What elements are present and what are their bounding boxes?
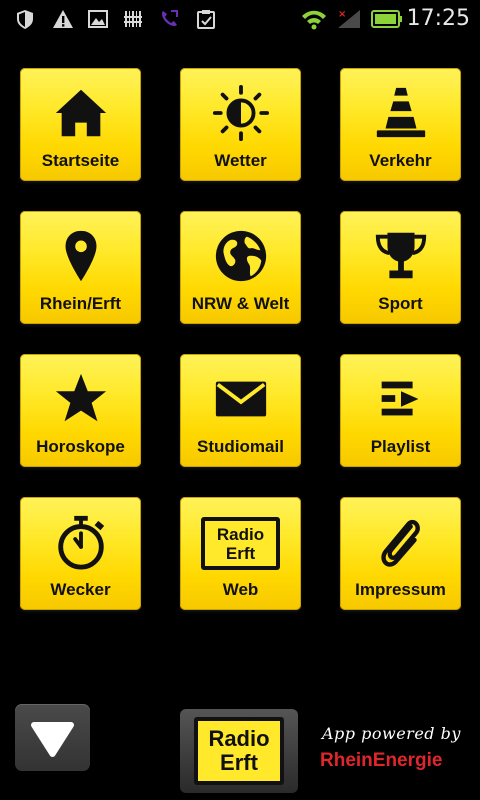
playlist-icon (381, 381, 418, 416)
stopwatch-icon (57, 515, 104, 570)
tile-wecker[interactable]: Wecker (20, 497, 141, 610)
svg-text:×: × (338, 9, 346, 20)
globe-icon (215, 230, 266, 282)
radio-erft-logo: Radio Erft (201, 517, 280, 570)
battery-icon (371, 10, 402, 28)
home-icon (55, 89, 106, 137)
sun-icon (212, 84, 269, 142)
tile-label: Rhein/Erft (39, 294, 122, 313)
tile-label: Sport (378, 294, 423, 313)
tile-sport[interactable]: Sport (340, 211, 461, 324)
scroll-down-button[interactable] (15, 704, 90, 771)
signal-icon: × (338, 9, 360, 28)
tile-label: Playlist (370, 437, 431, 456)
tile-playlist[interactable]: Playlist (340, 354, 461, 467)
logo-line-1: Radio (208, 726, 270, 751)
warning-icon (53, 10, 73, 28)
powered-by-text: App powered by (322, 724, 461, 743)
logo-line-2: Erft (220, 750, 258, 775)
tile-web[interactable]: Radio Erft Web (180, 497, 301, 610)
logo-line-2: Erft (225, 544, 256, 563)
tile-label: Web (222, 580, 259, 599)
logo-line-1: Radio (216, 525, 265, 544)
sponsor-name: RheinEnergie (320, 750, 443, 771)
envelope-icon (215, 381, 266, 417)
traffic-cone-icon (376, 87, 425, 138)
map-pin-icon (65, 230, 96, 282)
tile-label: Horoskope (36, 437, 125, 456)
status-bar: × 17:25 (0, 0, 480, 38)
paperclip-icon (380, 519, 420, 567)
tile-label: Wecker (50, 580, 111, 599)
tile-label: Studiomail (197, 437, 284, 456)
tile-verkehr[interactable]: Verkehr (340, 68, 461, 181)
tile-label: Impressum (355, 580, 446, 599)
star-icon (55, 373, 106, 422)
tile-horoskope[interactable]: Horoskope (20, 354, 141, 467)
image-icon (88, 10, 108, 28)
shield-icon (17, 10, 33, 29)
barcode-icon (124, 11, 142, 27)
tile-impressum[interactable]: Impressum (340, 497, 461, 610)
tile-startseite[interactable]: Startseite (20, 68, 141, 181)
tile-label: Verkehr (369, 151, 432, 170)
tile-studiomail[interactable]: Studiomail (180, 354, 301, 467)
radio-erft-logo: Radio Erft (194, 717, 284, 785)
radio-erft-logo-button[interactable]: Radio Erft (180, 709, 298, 793)
clock-time: 17:25 (406, 6, 470, 31)
tile-nrw-welt[interactable]: NRW & Welt (180, 211, 301, 324)
trophy-icon (375, 232, 426, 279)
tile-wetter[interactable]: Wetter (180, 68, 301, 181)
tile-label: Wetter (214, 151, 267, 170)
tile-label: Startseite (41, 151, 120, 170)
tile-label: NRW & Welt (191, 294, 290, 313)
tile-rhein-erft[interactable]: Rhein/Erft (20, 211, 141, 324)
clipboard-icon (197, 10, 215, 29)
triangle-down-icon (31, 722, 74, 757)
wifi-icon (302, 10, 326, 30)
call-forward-icon (162, 10, 178, 26)
